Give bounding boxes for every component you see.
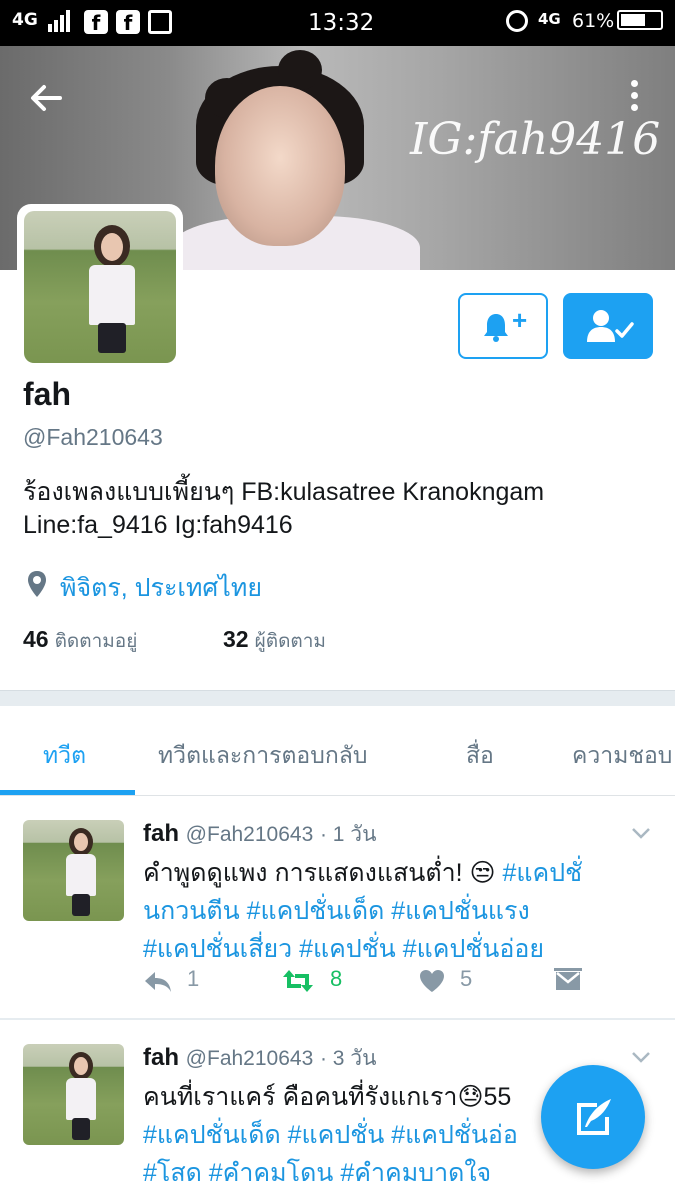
alarm-icon <box>506 10 528 32</box>
tweet-text-line: คำพูดดูแพง การแสดงแสนต่ำ! 😒 <box>143 859 503 887</box>
avatar-photo <box>24 211 176 363</box>
following-button[interactable] <box>563 293 653 359</box>
profile-handle: @Fah210643 <box>23 424 163 450</box>
photo-figure <box>74 833 88 851</box>
location-pin-icon <box>28 571 46 597</box>
retweet-icon[interactable] <box>281 968 315 994</box>
hashtag-line[interactable]: นกวนตีน #แคปชั่นเด็ด #แคปชั่นแรง <box>143 892 643 930</box>
tweet-time: · 1 วัน <box>319 823 377 846</box>
photo-figure <box>74 1057 88 1075</box>
back-arrow-icon[interactable] <box>26 78 66 118</box>
quill-icon <box>577 1099 611 1135</box>
following-stat[interactable]: 46 ติดตามอยู่ <box>23 626 137 656</box>
clock-time: 13:32 <box>308 10 375 36</box>
chevron-down-icon[interactable] <box>631 1050 651 1064</box>
facebook-icon: f <box>84 10 108 35</box>
active-tab-indicator <box>0 790 135 795</box>
banner-photo-bun <box>278 50 322 90</box>
tweet-avatar[interactable] <box>23 820 124 921</box>
profile-tabs: ทวีต ทวีตและการตอบกลับ สื่อ ความชอบ <box>0 706 675 796</box>
tweet-actions: 1 8 5 <box>143 966 643 1000</box>
profile-bio: ร้องเพลงแบบเพี้ยนๆ FB:kulasatree Kranokn… <box>23 478 545 539</box>
signal-icon <box>48 10 70 32</box>
photo-figure <box>98 323 126 353</box>
photo-figure <box>72 1118 90 1140</box>
profile-name: fah <box>23 376 71 412</box>
chevron-down-icon[interactable] <box>631 826 651 840</box>
hashtag-line[interactable]: #แคปชั่นเสี่ยว #แคปชั่น #แคปชั่นอ่อย <box>143 930 643 968</box>
followers-label: ผู้ติดตาม <box>254 631 326 652</box>
tweet[interactable]: fah @Fah210643 · 1 วัน คำพูดดูแพง การแสด… <box>0 796 675 1020</box>
tab-media[interactable]: สื่อ <box>466 738 494 774</box>
user-check-icon <box>587 310 634 342</box>
retweet-count: 8 <box>330 966 343 991</box>
photo-figure <box>66 854 96 896</box>
facebook-icon: f <box>116 10 140 35</box>
tweet-text: คนที่เราแคร์ คือคนที่รังแกเรา😓55 #แคปชั่… <box>143 1078 543 1192</box>
profile-location[interactable]: พิจิตร, ประเทศไทย <box>60 568 262 608</box>
battery-percent: 61% <box>572 10 615 32</box>
plus-icon: + <box>512 305 528 335</box>
tweet-author-name[interactable]: fah <box>143 820 179 847</box>
compose-tweet-button[interactable] <box>541 1065 645 1169</box>
heart-icon[interactable] <box>419 969 445 993</box>
battery-icon <box>617 10 663 30</box>
notifications-button[interactable]: + <box>458 293 548 359</box>
tweet-header: fah @Fah210643 · 1 วัน <box>143 818 376 851</box>
photo-figure <box>72 894 90 916</box>
hashtag-line[interactable]: #แคปชั่นเด็ด #แคปชั่น #แคปชั่นอ่อ <box>143 1116 543 1154</box>
more-options-icon[interactable] <box>620 76 648 120</box>
tweet-text: คำพูดดูแพง การแสดงแสนต่ำ! 😒 #แคปชั่ นกวน… <box>143 854 643 968</box>
tweet-avatar[interactable] <box>23 1044 124 1145</box>
tab-tweets[interactable]: ทวีต <box>43 738 86 774</box>
hashtag[interactable]: #แคปชั่ <box>503 859 583 887</box>
following-count: 46 <box>23 626 49 652</box>
profile-avatar[interactable] <box>17 204 183 370</box>
tweet-author-handle: @Fah210643 <box>185 1047 314 1070</box>
network-label-2: 4G <box>538 10 561 28</box>
followers-count: 32 <box>223 626 249 652</box>
tweet-author-name[interactable]: fah <box>143 1044 179 1071</box>
section-divider <box>0 690 675 706</box>
direct-message-icon[interactable] <box>554 968 582 994</box>
photo-figure <box>66 1078 96 1120</box>
tweet-author-handle: @Fah210643 <box>185 823 314 846</box>
hashtag-line[interactable]: #โสด #คำคมโดน #คำคมบาดใจ <box>143 1154 543 1192</box>
banner-photo-face <box>215 86 345 246</box>
followers-stat[interactable]: 32 ผู้ติดตาม <box>223 626 326 656</box>
photo-figure <box>89 265 135 325</box>
status-bar: 4G f f 13:32 4G 61% <box>0 0 675 46</box>
banner-watermark: IG:fah9416 <box>410 114 661 165</box>
network-label: 4G <box>12 10 38 30</box>
tweet-header: fah @Fah210643 · 3 วัน <box>143 1042 376 1075</box>
store-icon <box>148 10 172 34</box>
tab-tweets-replies[interactable]: ทวีตและการตอบกลับ <box>158 738 367 774</box>
reply-count: 1 <box>187 966 200 991</box>
photo-figure <box>101 233 123 261</box>
tweet-time: · 3 วัน <box>319 1047 377 1070</box>
reply-icon[interactable] <box>143 970 173 994</box>
bell-icon <box>484 314 508 342</box>
tab-likes[interactable]: ความชอบ <box>572 738 672 774</box>
following-label: ติดตามอยู่ <box>54 631 138 652</box>
like-count: 5 <box>460 966 473 991</box>
tweet-text-line: คนที่เราแคร์ คือคนที่รังแกเรา😓55 <box>143 1083 512 1111</box>
